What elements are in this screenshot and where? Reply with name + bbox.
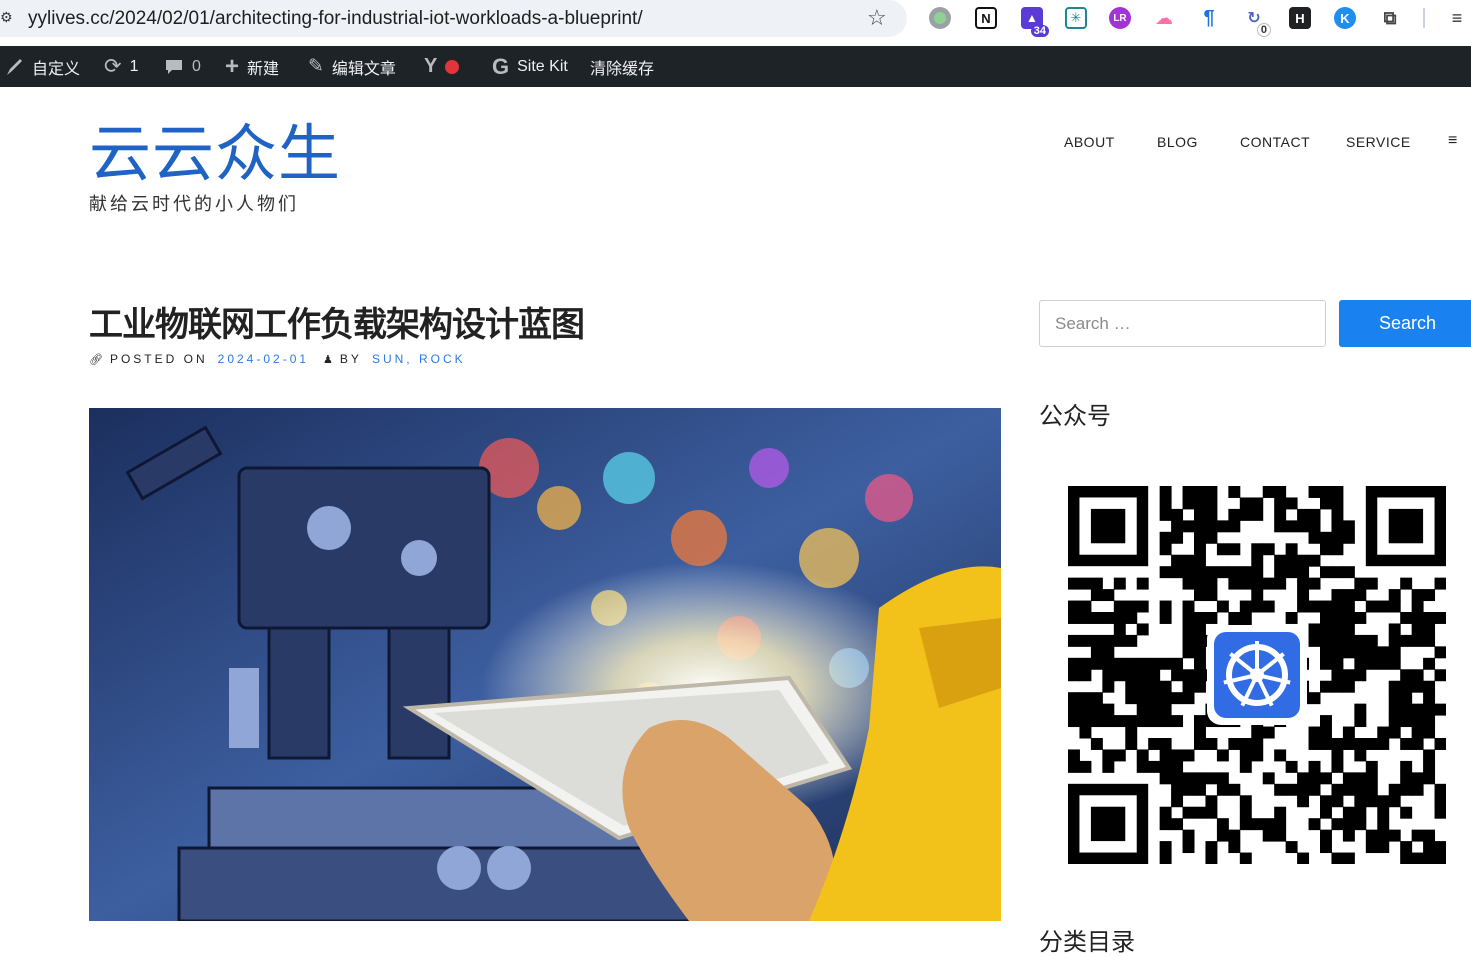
menu-toggle-icon[interactable]: ≡: [1448, 132, 1458, 150]
plus-icon: +: [225, 52, 240, 80]
featured-image: [89, 408, 1001, 921]
globe-k-extension-icon[interactable]: K: [1334, 7, 1356, 29]
posted-on-label: POSTED ON: [109, 352, 208, 366]
puzzle-extension-icon[interactable]: ⧉: [1379, 7, 1401, 29]
new-content-item[interactable]: + 新建: [225, 46, 279, 87]
extension-badge: 34: [1030, 25, 1049, 37]
updates-count: 1: [129, 57, 139, 75]
author-link[interactable]: SUN, ROCK: [372, 352, 466, 366]
nav-contact[interactable]: CONTACT: [1240, 134, 1310, 150]
browser-toolbar: ⚙ yylives.cc/2024/02/01/architecting-for…: [0, 0, 1471, 38]
seo-status-dot: [445, 59, 460, 74]
site-kit-label: Site Kit: [517, 57, 568, 75]
pencil-icon: ✎: [308, 56, 324, 77]
graduation-cap-extension-icon[interactable]: ▲ 34: [1021, 7, 1049, 37]
site-kit-item[interactable]: G Site Kit: [492, 46, 568, 87]
wp-admin-bar: 自定义 ⟳ 1 0 + 新建 ✎ 编辑文章 Y G Site Kit 清除缓存: [0, 46, 1471, 87]
by-label: BY: [339, 352, 362, 366]
site-title[interactable]: 云云众生: [89, 118, 341, 190]
site-tagline: 献给云时代的小人物们: [89, 194, 299, 214]
link-icon: 🔗︎: [89, 353, 106, 366]
nav-blog[interactable]: BLOG: [1157, 134, 1198, 150]
extension-badge: 0: [1256, 23, 1271, 37]
post-date-link[interactable]: 2024-02-01: [218, 352, 309, 366]
yoast-item[interactable]: Y: [424, 46, 460, 87]
blue-hook-extension-icon[interactable]: ¶: [1198, 7, 1220, 29]
wechat-widget-title: 公众号: [1039, 402, 1111, 430]
sync-extension-icon[interactable]: ↻ 0: [1243, 7, 1271, 37]
nav-about[interactable]: ABOUT: [1064, 134, 1115, 150]
customize-item[interactable]: 自定义: [4, 46, 80, 87]
reading-list-icon[interactable]: ≡: [1446, 7, 1468, 29]
updates-item[interactable]: ⟳ 1: [104, 46, 139, 87]
h-square-extension-icon[interactable]: H: [1289, 7, 1311, 29]
comments-count: 0: [192, 57, 201, 75]
toolbar-divider: [1423, 8, 1425, 28]
cloud-face-extension-icon[interactable]: ☁: [1153, 7, 1175, 29]
comment-bubble-icon: [164, 57, 184, 77]
edit-post-item[interactable]: ✎ 编辑文章: [308, 46, 396, 87]
author-icon: ♟: [323, 353, 336, 366]
update-arrows-icon: ⟳: [104, 55, 122, 78]
post-title: 工业物联网工作负载架构设计蓝图: [89, 305, 585, 345]
edit-post-label: 编辑文章: [331, 60, 396, 78]
google-g-icon: G: [492, 53, 510, 79]
notion-extension-icon[interactable]: N: [975, 7, 997, 29]
categories-widget-title: 分类目录: [1039, 928, 1135, 956]
paintbrush-icon: [4, 57, 24, 77]
yoast-y-icon: Y: [424, 55, 438, 77]
comments-item[interactable]: 0: [164, 46, 201, 87]
customize-label: 自定义: [32, 60, 81, 78]
lr-extension-icon[interactable]: LR: [1109, 7, 1131, 29]
clear-cache-item[interactable]: 清除缓存: [590, 46, 654, 87]
url-text[interactable]: yylives.cc/2024/02/01/architecting-for-i…: [28, 8, 643, 30]
perplexity-extension-icon[interactable]: ✳: [1065, 7, 1087, 29]
site-info-icon[interactable]: ⚙: [0, 9, 14, 27]
green-circle-extension-icon[interactable]: [929, 7, 951, 29]
wechat-qr-code: [1068, 486, 1447, 865]
post-meta: 🔗︎ POSTED ON 2024-02-01 ♟ BY SUN, ROCK: [89, 352, 466, 366]
clear-cache-label: 清除缓存: [590, 60, 655, 78]
kubernetes-logo-icon: [1207, 625, 1307, 725]
search-input[interactable]: [1039, 300, 1326, 347]
search-button[interactable]: Search: [1339, 300, 1471, 347]
bookmark-star-icon[interactable]: ☆: [867, 5, 887, 31]
nav-service[interactable]: SERVICE: [1346, 134, 1411, 150]
new-label: 新建: [247, 60, 280, 78]
